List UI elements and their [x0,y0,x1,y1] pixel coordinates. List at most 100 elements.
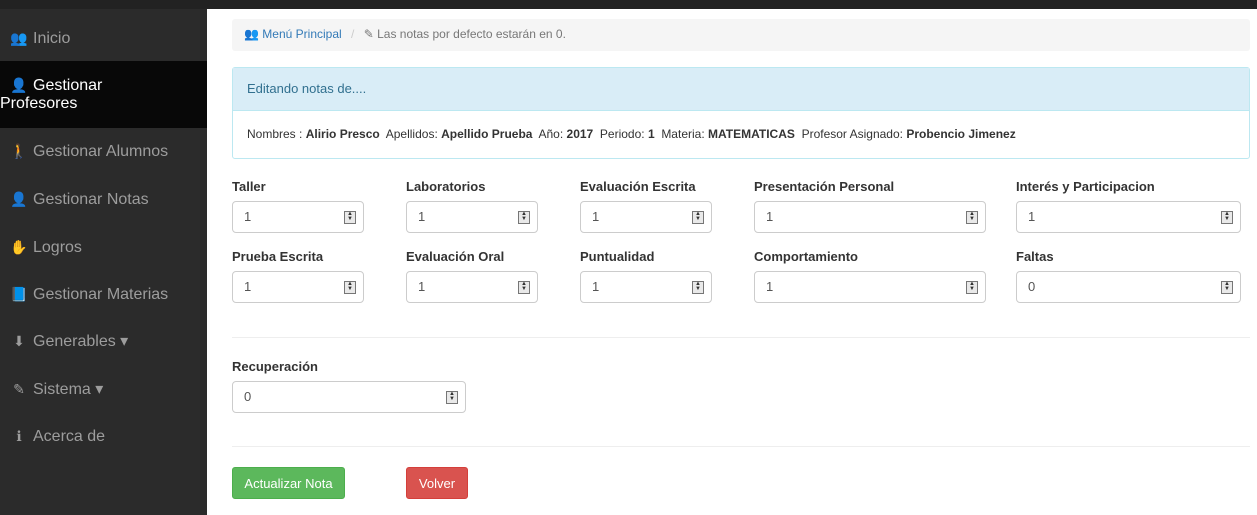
spinner-icon[interactable]: ▲ ▼ [446,391,458,404]
recuperacion-input[interactable]: 0 ▲ ▼ [232,381,466,413]
sidebar-item-gestionar-profesores[interactable]: 👤 Gestionar Profesores [0,61,207,128]
sidebar-item-sistema[interactable]: ✎ Sistema ▾ [0,380,207,399]
faltas-label: Faltas [1016,249,1054,264]
prueba-escrita-value: 1 [244,279,252,294]
edit-icon: ✎ [363,27,374,41]
taller-label: Taller [232,179,266,194]
evaluacion-escrita-value: 1 [592,209,600,224]
recuperacion-label: Recuperación [232,359,318,374]
sidebar-item-label: Gestionar [33,77,103,94]
male-icon: 👤 [10,191,28,207]
puntualidad-value: 1 [592,279,600,294]
male-icon: 👤 [10,77,28,93]
interes-participacion-label: Interés y Participacion [1016,179,1155,194]
spinner-icon[interactable]: ▲ ▼ [1221,211,1233,224]
sidebar-item-label: Inicio [33,30,71,47]
child-icon: 🚶 [10,143,28,159]
sidebar-item-label: Logros [33,239,82,256]
periodo-label: Periodo: [599,127,645,141]
sidebar-item-generables[interactable]: ⬇ Generables ▾ [0,332,207,351]
sidebar-item-gestionar-alumnos[interactable]: 🚶 Gestionar Alumnos [0,142,207,161]
apellidos-label: Apellidos: [385,127,438,141]
puntualidad-input[interactable]: 1 ▲ ▼ [580,271,712,303]
profesor-label: Profesor Asignado: [801,127,903,141]
sidebar-item-label: Gestionar Alumnos [33,143,169,160]
apellidos-value: Apellido Prueba [441,127,533,141]
sidebar: 👥 Inicio 👤 Gestionar Profesores 🚶 Gestionar… [0,9,207,515]
sidebar-item-label: Generables ▾ [33,333,129,350]
materia-label: Materia: [661,127,705,141]
presentacion-personal-value: 1 [766,209,774,224]
presentacion-personal-label: Presentación Personal [754,179,895,194]
sidebar-item-inicio[interactable]: 👥 Inicio [0,29,207,48]
materia-value: MATEMATICAS [708,127,795,141]
comportamiento-label: Comportamiento [754,249,858,264]
sidebar-item-acerca-de[interactable]: ℹ Acerca de [0,427,207,446]
breadcrumb-separator: / [351,27,355,41]
puntualidad-label: Puntualidad [580,249,655,264]
users-icon: 👥 [10,30,28,46]
taller-input[interactable]: 1 ▲ ▼ [232,201,364,233]
spinner-icon[interactable]: ▲ ▼ [1221,281,1233,294]
nombres-value: Alirio Presco [305,127,380,141]
volver-button[interactable]: Volver [406,467,468,499]
interes-participacion-value: 1 [1028,209,1036,224]
periodo-value: 1 [647,127,655,141]
users-icon: 👥 [244,27,259,41]
evaluacion-escrita-input[interactable]: 1 ▲ ▼ [580,201,712,233]
spinner-icon[interactable]: ▲ ▼ [966,281,978,294]
presentacion-personal-input[interactable]: 1 ▲ ▼ [754,201,986,233]
sidebar-item-label: Profesores [0,95,78,112]
sign-language-icon: ✋ [10,239,28,255]
breadcrumb: 👥 Menú Principal / ✎ Las notas por defec… [232,19,1250,51]
comportamiento-value: 1 [766,279,774,294]
panel-body: Nombres : Alirio Presco Apellidos: Apell… [233,111,1249,157]
sidebar-item-label: Acerca de [33,428,106,445]
evaluacion-oral-input[interactable]: 1 ▲ ▼ [406,271,538,303]
panel-heading: Editando notas de.... [233,68,1249,111]
sidebar-item-label: Sistema ▾ [33,381,104,398]
evaluacion-oral-value: 1 [418,279,426,294]
recuperacion-value: 0 [244,389,252,404]
laboratorios-value: 1 [418,209,426,224]
taller-value: 1 [244,209,252,224]
sidebar-item-gestionar-materias[interactable]: 📘 Gestionar Materias [0,285,207,304]
spinner-icon[interactable]: ▲ ▼ [518,211,530,224]
main-content: 👥 Menú Principal / ✎ Las notas por defec… [207,9,1257,515]
comportamiento-input[interactable]: 1 ▲ ▼ [754,271,986,303]
spinner-icon[interactable]: ▲ ▼ [518,281,530,294]
anio-label: Año: [538,127,564,141]
download-icon: ⬇ [13,333,25,349]
divider [232,337,1250,338]
sidebar-item-gestionar-notas[interactable]: 👤 Gestionar Notas [0,190,207,209]
breadcrumb-note: Las notas por defecto estarán en 0. [377,27,566,41]
laboratorios-input[interactable]: 1 ▲ ▼ [406,201,538,233]
spinner-icon[interactable]: ▲ ▼ [344,211,356,224]
divider [232,446,1250,447]
faltas-value: 0 [1028,279,1036,294]
sidebar-item-label: Gestionar Notas [33,191,149,208]
anio-value: 2017 [566,127,594,141]
breadcrumb-home-link[interactable]: Menú Principal [262,27,341,41]
evaluacion-escrita-label: Evaluación Escrita [580,179,696,194]
spinner-icon[interactable]: ▲ ▼ [344,281,356,294]
prueba-escrita-label: Prueba Escrita [232,249,324,264]
nombres-label: Nombres : [247,127,303,141]
interes-participacion-input[interactable]: 1 ▲ ▼ [1016,201,1241,233]
profesor-value: Probencio Jimenez [906,127,1016,141]
evaluacion-oral-label: Evaluación Oral [406,249,505,264]
laboratorios-label: Laboratorios [406,179,486,194]
spinner-icon[interactable]: ▲ ▼ [692,281,704,294]
actualizar-nota-button[interactable]: Actualizar Nota [232,467,345,499]
book-icon: 📘 [10,286,28,302]
prueba-escrita-input[interactable]: 1 ▲ ▼ [232,271,364,303]
student-info-panel: Editando notas de.... Nombres : Alirio P… [232,67,1250,159]
faltas-input[interactable]: 0 ▲ ▼ [1016,271,1241,303]
spinner-icon[interactable]: ▲ ▼ [966,211,978,224]
sidebar-item-logros[interactable]: ✋ Logros [0,238,207,257]
sidebar-item-label: Gestionar Materias [33,286,169,303]
spinner-icon[interactable]: ▲ ▼ [692,211,704,224]
info-circle-icon: ℹ [16,428,22,444]
top-navbar [0,0,1257,9]
edit-icon: ✎ [13,381,25,397]
